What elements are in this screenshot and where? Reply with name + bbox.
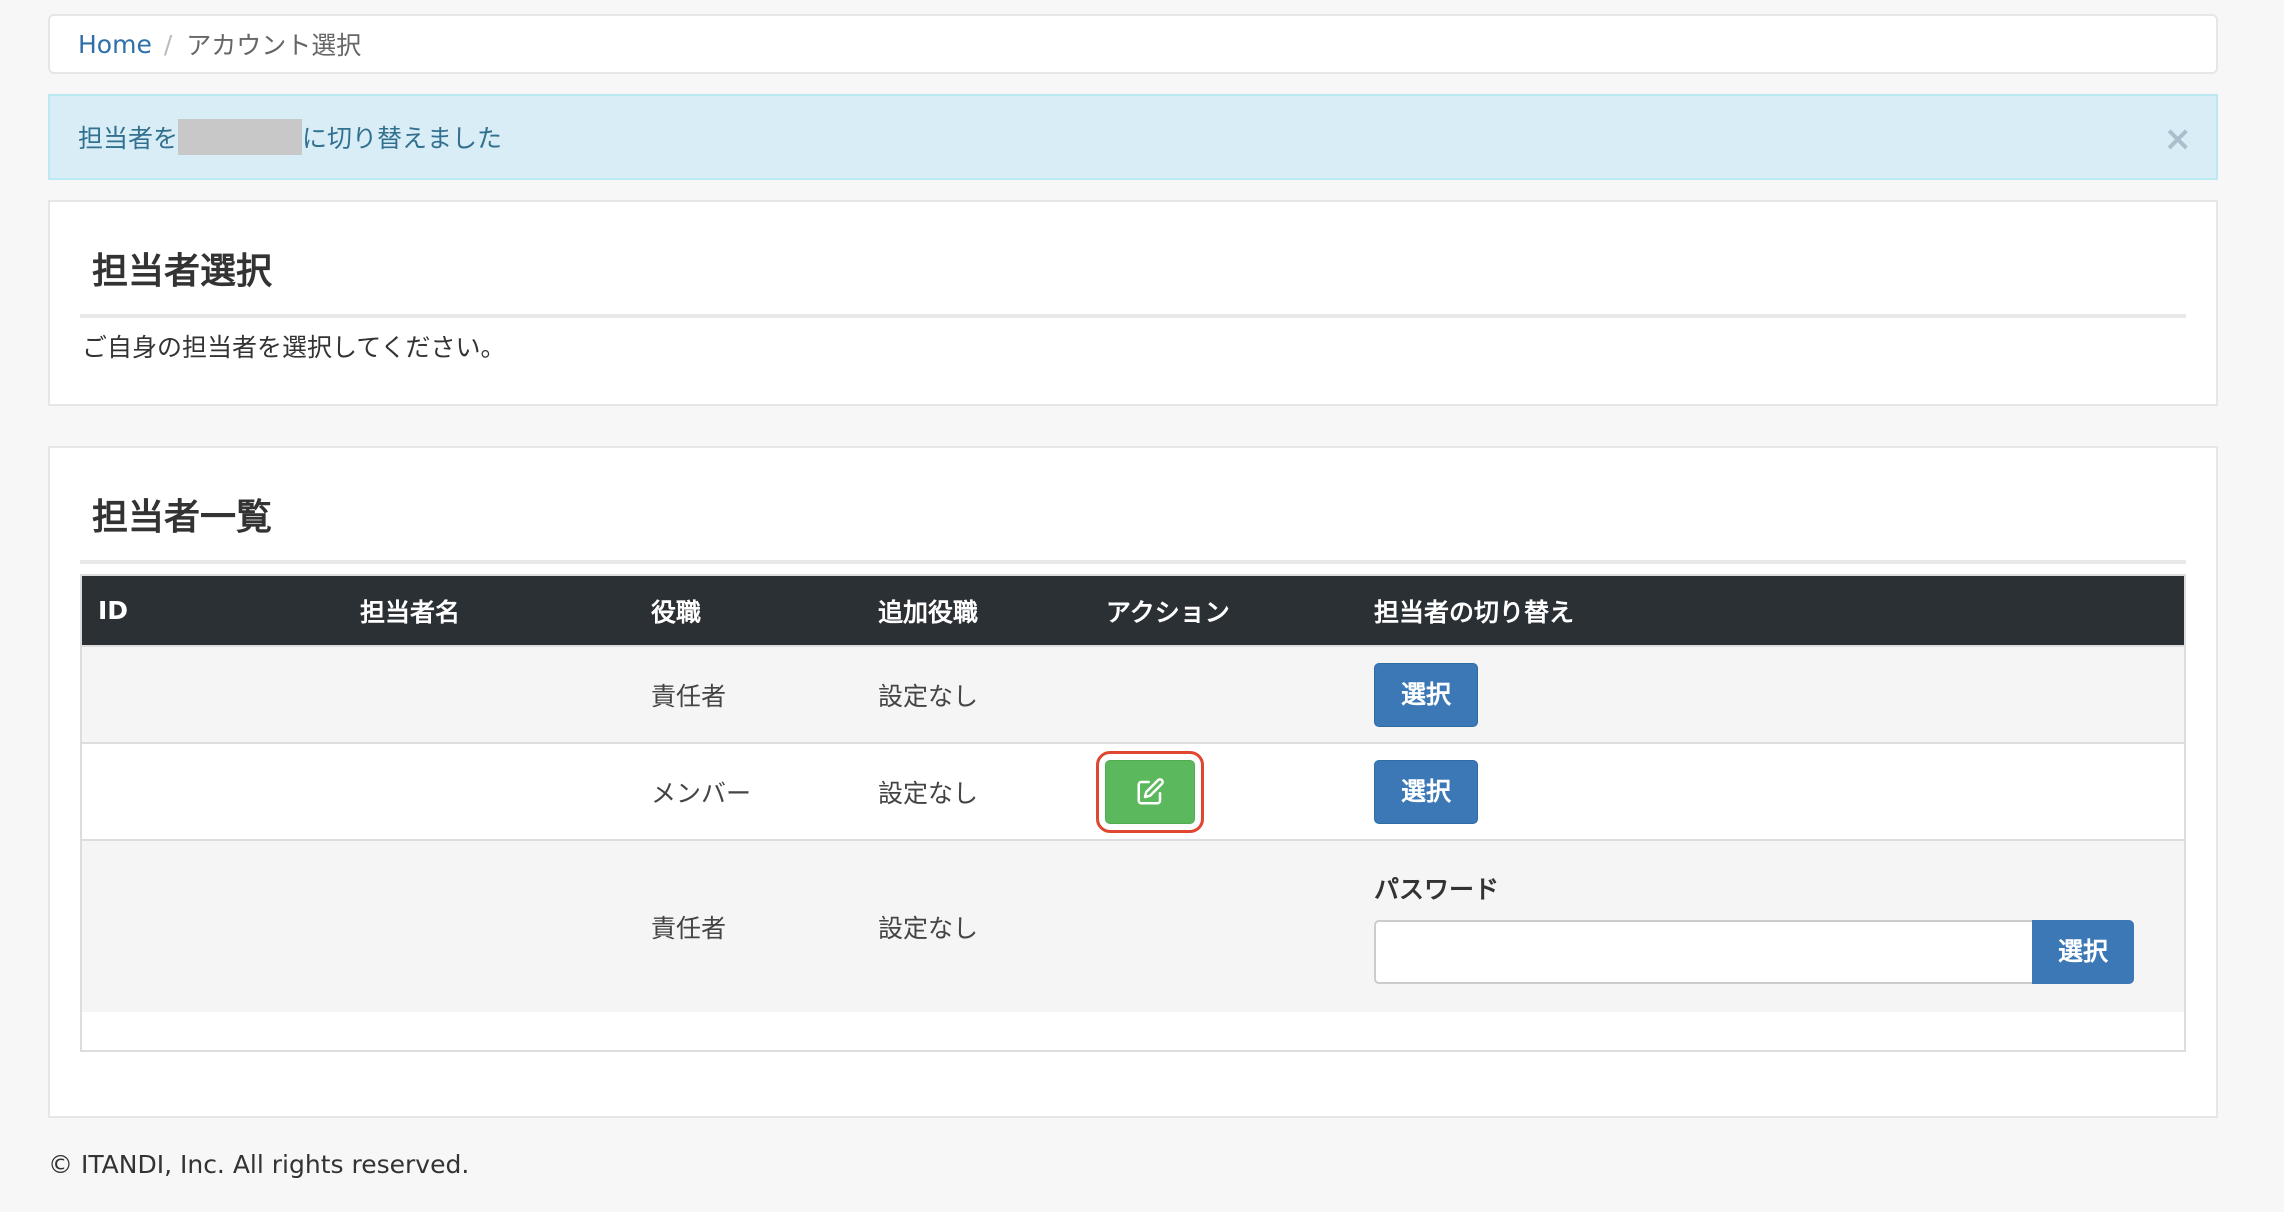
selection-panel: 担当者選択 ご自身の担当者を選択してください。 (48, 200, 2218, 406)
cell-extra-role: 設定なし (862, 742, 1090, 840)
column-header-role: 役職 (651, 597, 702, 627)
cell-extra-role: 設定なし (862, 839, 1090, 1012)
edit-button[interactable] (1105, 759, 1195, 824)
breadcrumb-home-link[interactable]: Home (78, 30, 152, 59)
password-select-button[interactable]: 選択 (2032, 919, 2134, 984)
password-label: パスワード (1374, 874, 1500, 904)
password-input[interactable] (1374, 919, 2032, 984)
breadcrumb-current: アカウント選択 (186, 31, 362, 60)
cell-name (344, 645, 635, 743)
breadcrumb-separator: / (163, 29, 173, 59)
select-button[interactable]: 選択 (1374, 662, 1478, 727)
select-button[interactable]: 選択 (1374, 759, 1478, 824)
highlight-outline (1096, 750, 1204, 833)
cell-switch: 選択 (1358, 742, 2184, 840)
cell-action (1090, 645, 1358, 743)
cell-name (344, 742, 635, 840)
cell-id (82, 839, 344, 1012)
list-panel: 担当者一覧 ID 担当者名 役職 追加役職 アクション 担当者の切り替え 責任者… (48, 446, 2218, 1118)
password-group: 選択 (1374, 919, 2184, 984)
selection-panel-title: 担当者選択 (80, 202, 2186, 318)
cell-switch: パスワード 選択 (1358, 839, 2184, 1012)
cell-id (82, 742, 344, 840)
column-header-id: ID (98, 596, 129, 625)
page: Home / アカウント選択 担当者を に切り替えました × 担当者選択 ご自身の… (48, 14, 2218, 1179)
column-header-name: 担当者名 (360, 597, 461, 627)
staff-table: ID 担当者名 役職 追加役職 アクション 担当者の切り替え 責任者 設定なし (82, 576, 2184, 1012)
table-row: 責任者 設定なし パスワード 選択 (82, 839, 2184, 1012)
redacted-name (178, 119, 303, 155)
breadcrumb: Home / アカウント選択 (48, 14, 2218, 74)
column-header-switch: 担当者の切り替え (1374, 597, 1575, 627)
cell-id (82, 645, 344, 743)
table-header-row: ID 担当者名 役職 追加役職 アクション 担当者の切り替え (82, 576, 2184, 646)
alert-text-prefix: 担当者を (78, 124, 179, 153)
table-row: メンバー 設定なし 選択 (82, 742, 2184, 840)
cell-switch: 選択 (1358, 645, 2184, 743)
table-row: 責任者 設定なし 選択 (82, 645, 2184, 743)
cell-role: 責任者 (635, 839, 862, 1012)
cell-role: メンバー (635, 742, 862, 840)
column-header-action: アクション (1106, 597, 1230, 627)
cell-action (1090, 742, 1358, 840)
column-header-extra-role: 追加役職 (878, 597, 979, 627)
cell-extra-role: 設定なし (862, 645, 1090, 743)
cell-name (344, 839, 635, 1012)
footer-copyright: © ITANDI, Inc. All rights reserved. (48, 1150, 470, 1179)
selection-panel-description: ご自身の担当者を選択してください。 (82, 333, 506, 362)
cell-role: 責任者 (635, 645, 862, 743)
edit-icon (1137, 777, 1164, 804)
alert-text-suffix: に切り替えました (302, 124, 503, 153)
list-panel-title: 担当者一覧 (80, 448, 2186, 564)
info-alert: 担当者を に切り替えました × (48, 94, 2218, 180)
table-container: ID 担当者名 役職 追加役職 アクション 担当者の切り替え 責任者 設定なし (80, 574, 2186, 1052)
close-icon[interactable]: × (2164, 122, 2193, 156)
cell-action (1090, 839, 1358, 1012)
